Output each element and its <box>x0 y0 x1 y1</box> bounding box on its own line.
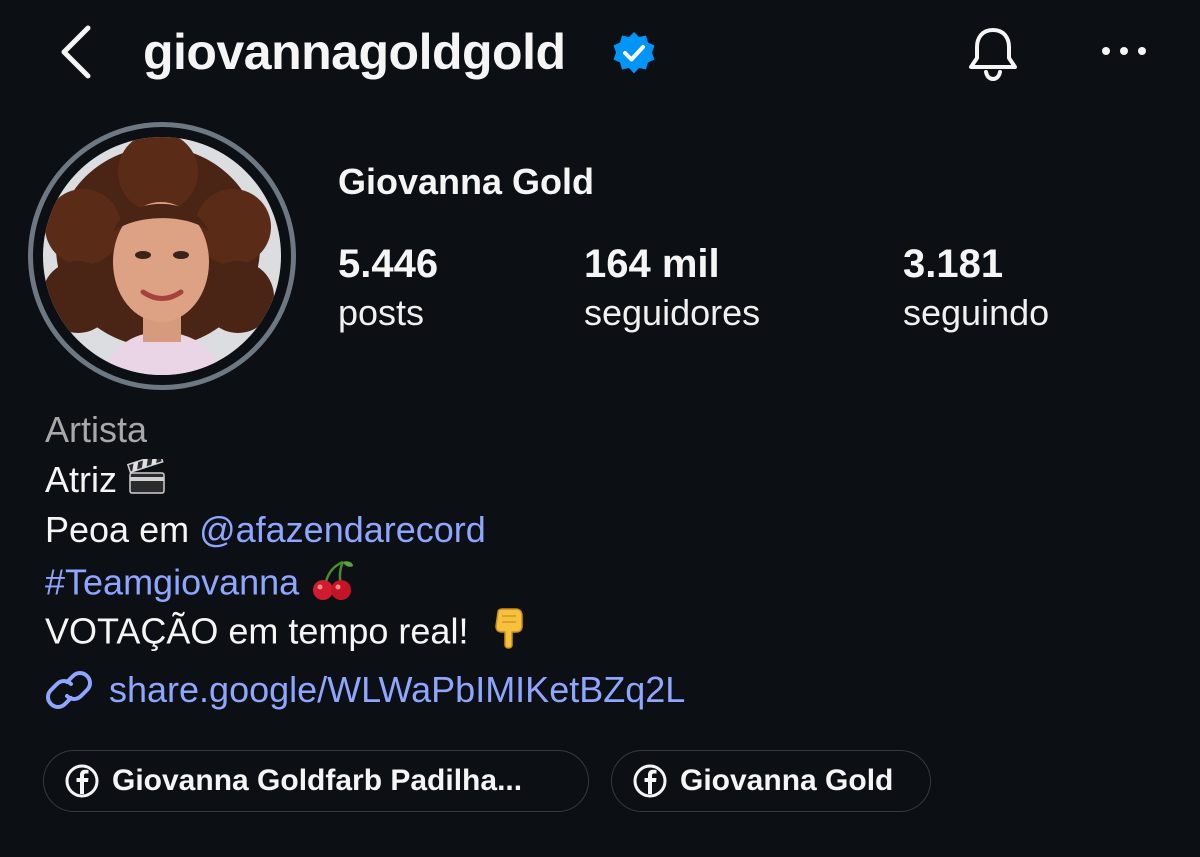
more-horizontal-icon <box>1102 47 1146 55</box>
linked-account-label-1: Giovanna Goldfarb Padilha... <box>112 764 523 797</box>
facebook-icon <box>633 764 667 798</box>
linked-account-button-2[interactable]: Giovanna Gold <box>611 750 931 812</box>
posts-label[interactable]: posts <box>338 291 424 335</box>
linked-account-button-1[interactable]: Giovanna Goldfarb Padilha... <box>43 750 589 812</box>
following-label[interactable]: seguindo <box>903 291 1049 335</box>
bio-line-1-text: Atriz <box>45 459 117 500</box>
chevron-left-icon <box>61 25 91 79</box>
bio-line-2-text: Peoa em <box>45 509 200 550</box>
facebook-icon <box>65 764 99 798</box>
avatar[interactable] <box>43 137 281 375</box>
notifications-button[interactable] <box>962 22 1024 84</box>
linked-account-label-2: Giovanna Gold <box>680 764 894 797</box>
profile-category: Artista <box>45 409 148 450</box>
display-name: Giovanna Gold <box>338 161 595 202</box>
followers-label[interactable]: seguidores <box>584 291 760 335</box>
hashtag-link[interactable]: #Teamgiovanna <box>45 562 299 603</box>
mention-link[interactable]: @afazendarecord <box>199 509 486 550</box>
bio-line-2: Peoa em @afazendarecord <box>45 508 486 552</box>
followers-count[interactable]: 164 mil <box>584 240 720 288</box>
following-count[interactable]: 3.181 <box>903 240 1003 288</box>
external-link-text[interactable]: share.google/WLWaPbIMIKetBZq2L <box>109 668 685 712</box>
cherries-icon <box>309 558 355 612</box>
bio-line-4-text: VOTAÇÃO em tempo real! <box>45 610 469 652</box>
external-link[interactable]: share.google/WLWaPbIMIKetBZq2L <box>45 668 685 712</box>
back-button[interactable] <box>52 20 108 84</box>
clapper-board-icon <box>126 453 167 505</box>
link-icon <box>46 671 92 709</box>
pointing-down-icon <box>490 608 526 660</box>
more-options-button[interactable] <box>1098 36 1150 66</box>
bio-line-4: VOTAÇÃO em tempo real! <box>45 608 526 660</box>
bio-line-1: Atriz <box>45 453 167 505</box>
bio-line-3: #Teamgiovanna <box>45 558 355 612</box>
verified-badge-icon <box>611 30 657 76</box>
posts-count[interactable]: 5.446 <box>338 240 438 288</box>
profile-username: giovannagoldgold <box>143 24 566 80</box>
bell-icon <box>969 28 1017 82</box>
